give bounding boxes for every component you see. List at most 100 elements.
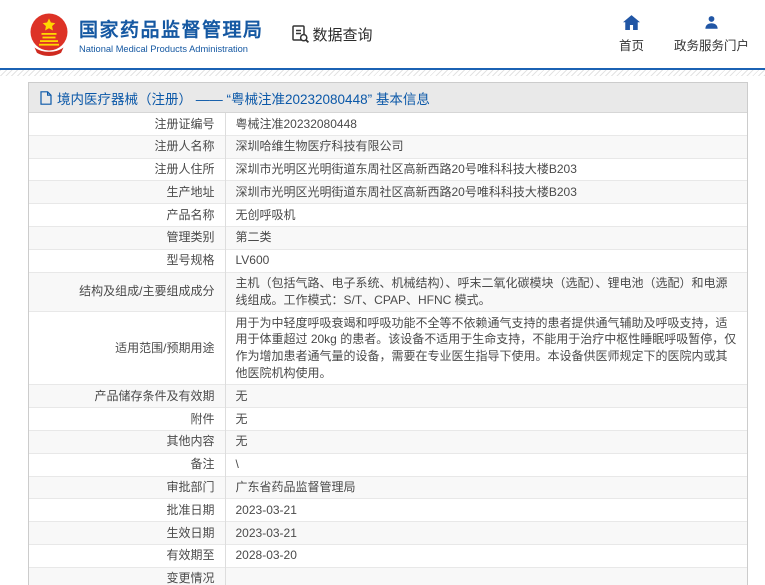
row-label-text: 注册人名称 (154, 139, 214, 153)
row-label: 适用范围/预期用途 (29, 312, 225, 385)
home-icon (623, 14, 640, 30)
row-label-text: 审批部门 (166, 480, 214, 494)
table-row: 注册人名称 深圳哈维生物医疗科技有限公司 (29, 135, 747, 158)
row-value: 深圳市光明区光明街道东周社区高新西路20号唯科科技大楼B203 (225, 158, 747, 181)
top-nav: 首页 政务服务门户 (619, 14, 749, 54)
row-label: 注册人名称 (29, 135, 225, 158)
row-value-text: 主机（包括气路、电子系统、机械结构）、呼末二氧化碳模块（选配）、锂电池（选配）和… (236, 276, 728, 307)
row-label: 备注 (29, 453, 225, 476)
table-row: 结构及组成/主要组成成分 主机（包括气路、电子系统、机械结构）、呼末二氧化碳模块（… (29, 272, 747, 312)
row-value: 广东省药品监督管理局 (225, 476, 747, 499)
nav-home-label: 首页 (619, 35, 644, 54)
brand[interactable]: 国家药品监督管理局 National Medical Products Admi… (27, 12, 264, 56)
row-label: 注册人住所 (29, 158, 225, 181)
row-value: 用于为中轻度呼吸衰竭和呼吸功能不全等不依赖通气支持的患者提供通气辅助及呼吸支持，… (225, 312, 747, 385)
row-value: \ (225, 453, 747, 476)
content-box: 境内医疗器械（注册） —— “粤械注准20232080448” 基本信息 注册证… (28, 82, 748, 585)
data-query-link[interactable]: 数据查询 (290, 24, 373, 45)
nav-home[interactable]: 首页 (619, 14, 644, 54)
row-label: 审批部门 (29, 476, 225, 499)
row-value: 无 (225, 385, 747, 408)
page-title-bar: 境内医疗器械（注册） —— “粤械注准20232080448” 基本信息 (29, 83, 747, 113)
table-row: 批准日期 2023-03-21 (29, 499, 747, 522)
national-emblem-icon (27, 12, 71, 56)
row-value: LV600 (225, 249, 747, 272)
page-title: 境内医疗器械（注册） —— “粤械注准20232080448” 基本信息 (57, 88, 430, 108)
row-label: 产品名称 (29, 204, 225, 227)
table-row: 型号规格 LV600 (29, 249, 747, 272)
row-value-text: 无 (236, 412, 248, 426)
row-label-text: 附件 (190, 412, 214, 426)
info-table: 注册证编号粤械注准20232080448注册人名称深圳哈维生物医疗科技有限公司注… (29, 113, 747, 585)
row-value-text: 2023-03-21 (236, 526, 297, 540)
site-header: 国家药品监督管理局 National Medical Products Admi… (0, 0, 765, 68)
row-label-text: 生产地址 (166, 185, 214, 199)
table-row: 备注 \ (29, 453, 747, 476)
table-row: 生产地址 深圳市光明区光明街道东周社区高新西路20号唯科科技大楼B203 (29, 181, 747, 204)
table-row: 适用范围/预期用途用于为中轻度呼吸衰竭和呼吸功能不全等不依赖通气支持的患者提供通… (29, 312, 747, 385)
row-value: 2028-03-20 (225, 544, 747, 567)
row-value-text: 深圳哈维生物医疗科技有限公司 (236, 139, 404, 153)
row-label-text: 适用范围/预期用途 (115, 341, 214, 355)
nav-portal-label: 政务服务门户 (674, 35, 749, 54)
row-label: 生效日期 (29, 522, 225, 545)
brand-text: 国家药品监督管理局 National Medical Products Admi… (79, 15, 264, 54)
data-query-label: 数据查询 (313, 24, 373, 45)
table-row: 生效日期 2023-03-21 (29, 522, 747, 545)
document-icon (40, 91, 52, 105)
row-value: 深圳哈维生物医疗科技有限公司 (225, 135, 747, 158)
row-value: 粤械注准20232080448 (225, 113, 747, 135)
row-label: 结构及组成/主要组成成分 (29, 272, 225, 312)
site-subtitle: National Medical Products Administration (79, 44, 264, 54)
row-value-text: 粤械注准20232080448 (236, 117, 357, 131)
row-label: 注册证编号 (29, 113, 225, 135)
row-label: 有效期至 (29, 544, 225, 567)
site-title: 国家药品监督管理局 (79, 15, 264, 42)
row-label-text: 备注 (190, 457, 214, 471)
row-value: 无 (225, 408, 747, 431)
row-value-text: 深圳市光明区光明街道东周社区高新西路20号唯科科技大楼B203 (236, 162, 577, 176)
row-label-text: 批准日期 (166, 503, 214, 517)
row-label-text: 注册人住所 (154, 162, 214, 176)
row-label-text: 管理类别 (166, 230, 214, 244)
row-value-text: 无 (236, 434, 248, 448)
row-value: 2023-03-21 (225, 499, 747, 522)
page: 国家药品监督管理局 National Medical Products Admi… (0, 0, 765, 585)
info-table-body: 注册证编号粤械注准20232080448注册人名称深圳哈维生物医疗科技有限公司注… (29, 113, 747, 585)
row-label-text: 结构及组成/主要组成成分 (79, 284, 214, 298)
row-label: 生产地址 (29, 181, 225, 204)
row-value-text: 2023-03-21 (236, 503, 297, 517)
row-value (225, 567, 747, 585)
row-value-text: 无创呼吸机 (236, 208, 296, 222)
row-value: 主机（包括气路、电子系统、机械结构）、呼末二氧化碳模块（选配）、锂电池（选配）和… (225, 272, 747, 312)
table-row: 附件 无 (29, 408, 747, 431)
row-value-text: \ (236, 457, 239, 471)
row-label-text: 产品名称 (166, 208, 214, 222)
row-value: 2023-03-21 (225, 522, 747, 545)
row-label-text: 变更情况 (166, 571, 214, 585)
row-label: 产品储存条件及有效期 (29, 385, 225, 408)
row-value-text: 无 (236, 389, 248, 403)
nav-portal[interactable]: 政务服务门户 (674, 14, 749, 54)
hatch-strip (0, 70, 765, 76)
row-label-text: 有效期至 (166, 548, 214, 562)
row-label: 其他内容 (29, 430, 225, 453)
table-row: 产品储存条件及有效期无 (29, 385, 747, 408)
row-label: 附件 (29, 408, 225, 431)
person-icon (704, 14, 719, 30)
row-value: 无创呼吸机 (225, 204, 747, 227)
document-search-icon (290, 24, 310, 44)
table-row: 注册人住所 深圳市光明区光明街道东周社区高新西路20号唯科科技大楼B203 (29, 158, 747, 181)
table-row: 管理类别 第二类 (29, 226, 747, 249)
row-label: 型号规格 (29, 249, 225, 272)
table-row: 注册证编号粤械注准20232080448 (29, 113, 747, 135)
row-label-text: 型号规格 (166, 253, 214, 267)
table-row: 变更情况 (29, 567, 747, 585)
row-value-text: 深圳市光明区光明街道东周社区高新西路20号唯科科技大楼B203 (236, 185, 577, 199)
row-value-text: 第二类 (236, 230, 272, 244)
row-label: 管理类别 (29, 226, 225, 249)
row-label-text: 其他内容 (166, 434, 214, 448)
table-row: 审批部门广东省药品监督管理局 (29, 476, 747, 499)
table-row: 产品名称 无创呼吸机 (29, 204, 747, 227)
row-label: 变更情况 (29, 567, 225, 585)
